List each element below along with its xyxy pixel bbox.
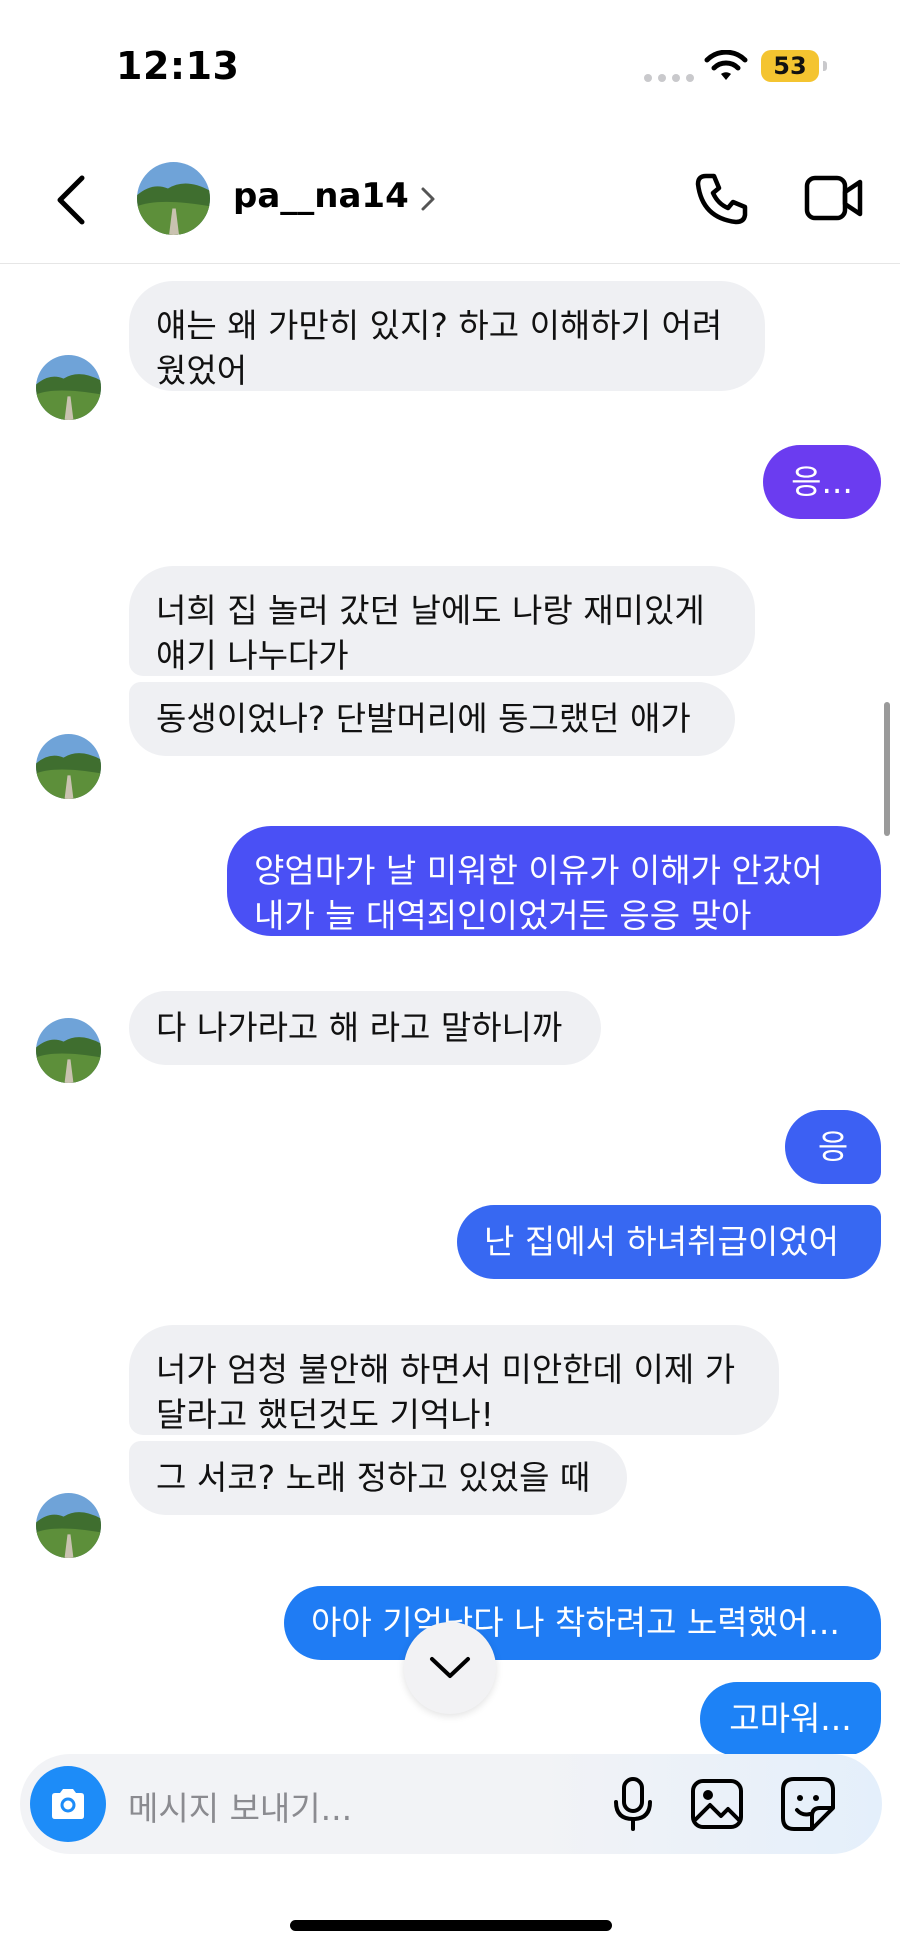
sender-avatar[interactable] — [36, 1018, 101, 1083]
message-input[interactable]: 메시지 보내기... — [128, 1782, 352, 1830]
message-list[interactable]: 얘는 왜 가만히 있지? 하고 이해하기 어려웠었어 응... 너희 집 놀러 … — [0, 264, 900, 1754]
landscape-avatar-image — [36, 1493, 101, 1558]
home-indicator[interactable] — [290, 1920, 612, 1931]
message-incoming[interactable]: 동생이었나? 단발머리에 동그랬던 애가 — [129, 682, 735, 756]
status-time: 12:13 — [116, 44, 240, 88]
microphone-icon[interactable] — [610, 1776, 656, 1832]
landscape-avatar-image — [36, 355, 101, 420]
sender-avatar[interactable] — [36, 355, 101, 420]
chat-header: pa__na14 — [0, 130, 900, 264]
profile-avatar[interactable] — [137, 162, 210, 235]
message-outgoing[interactable]: 응 — [785, 1110, 881, 1184]
message-incoming[interactable]: 얘는 왜 가만히 있지? 하고 이해하기 어려웠었어 — [129, 281, 765, 391]
chat-username[interactable]: pa__na14 — [233, 176, 409, 216]
message-composer: 메시지 보내기... — [20, 1754, 882, 1854]
message-outgoing[interactable]: 아아 기억난다 나 착하려고 노력했어... — [284, 1586, 881, 1660]
scroll-to-bottom-button[interactable] — [404, 1622, 496, 1714]
camera-button[interactable] — [30, 1766, 106, 1842]
sender-avatar[interactable] — [36, 1493, 101, 1558]
landscape-avatar-image — [137, 162, 210, 235]
phone-icon[interactable] — [692, 170, 750, 228]
chevron-down-icon — [430, 1657, 470, 1678]
message-outgoing[interactable]: 응... — [763, 445, 881, 519]
camera-icon — [52, 1789, 84, 1819]
video-call-icon[interactable] — [804, 172, 864, 224]
message-incoming[interactable]: 너가 엄청 불안해 하면서 미안한데 이제 가달라고 했던것도 기억나! — [129, 1325, 779, 1435]
message-incoming[interactable]: 너희 집 놀러 갔던 날에도 나랑 재미있게 얘기 나누다가 — [129, 566, 755, 676]
message-outgoing[interactable]: 고마워... — [700, 1682, 881, 1754]
landscape-avatar-image — [36, 734, 101, 799]
message-incoming[interactable]: 다 나가라고 해 라고 말하니까 — [129, 991, 601, 1065]
back-icon[interactable] — [52, 172, 92, 228]
cellular-signal-icon — [644, 74, 694, 82]
wifi-icon — [704, 50, 748, 80]
message-outgoing[interactable]: 양엄마가 날 미워한 이유가 이해가 안갔어 내가 늘 대역죄인이었거든 응응 … — [227, 826, 881, 936]
image-icon[interactable] — [690, 1778, 744, 1830]
status-bar: 12:13 53 — [0, 0, 900, 130]
battery-indicator: 53 — [761, 50, 827, 82]
scrollbar-thumb[interactable] — [884, 702, 890, 836]
message-incoming[interactable]: 그 서코? 노래 정하고 있었을 때 — [129, 1441, 627, 1515]
landscape-avatar-image — [36, 1018, 101, 1083]
sender-avatar[interactable] — [36, 734, 101, 799]
sticker-icon[interactable] — [780, 1776, 836, 1832]
chevron-right-icon[interactable] — [420, 186, 436, 212]
message-outgoing[interactable]: 난 집에서 하녀취급이었어 — [457, 1205, 881, 1279]
